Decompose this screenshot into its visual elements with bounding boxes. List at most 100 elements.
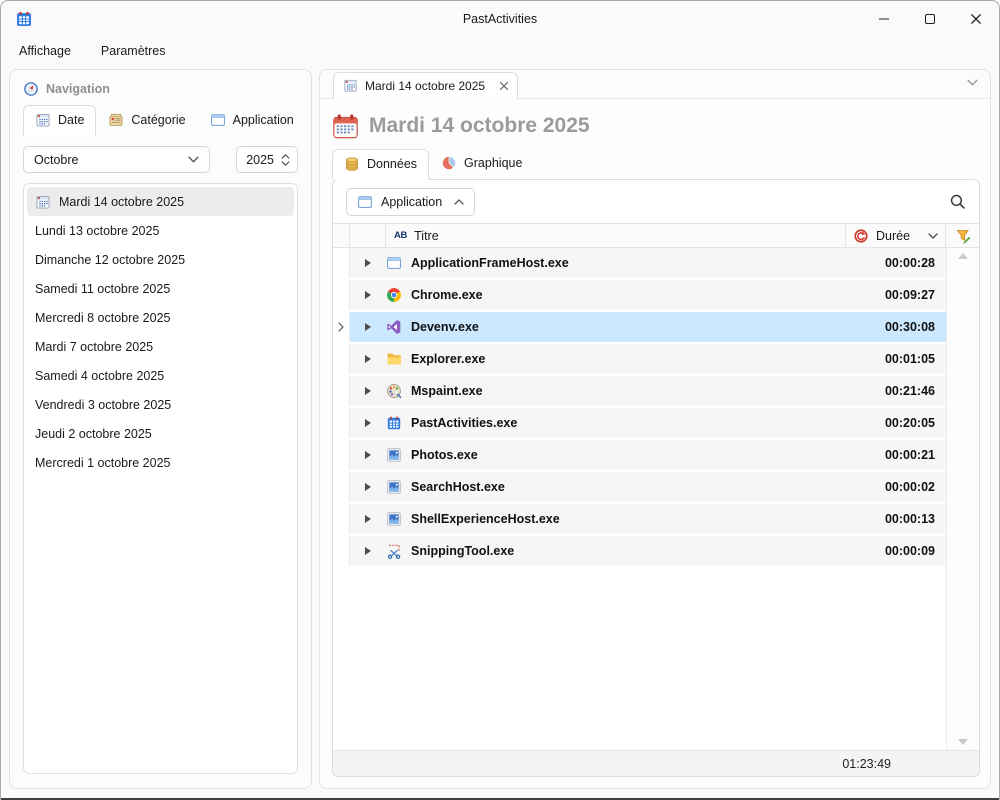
expand-arrow[interactable] [350,291,386,299]
date-list-item[interactable]: Mardi 14 octobre 2025 [27,187,294,216]
nav-tab-application[interactable]: Application [198,105,306,136]
folder-explorer-icon [386,351,402,367]
row-app-name: ApplicationFrameHost.exe [411,256,852,270]
table-row[interactable]: Explorer.exe 00:01:05 [333,344,946,374]
ab-text-icon: AB [394,230,407,241]
paint-palette-icon [386,383,402,399]
row-indicator-cell [333,440,350,470]
expand-arrow[interactable] [350,451,386,459]
document-tab[interactable]: Mardi 14 octobre 2025 [333,72,518,99]
group-by-application-button[interactable]: Application [346,188,475,216]
maximize-button[interactable] [907,1,953,37]
column-header-duree[interactable]: Durée [846,224,946,247]
table-row[interactable]: SearchHost.exe 00:00:02 [333,472,946,502]
total-duration: 01:23:49 [842,757,891,771]
tab-donnees[interactable]: Données [332,149,429,180]
date-list: Mardi 14 octobre 2025 Lundi 13 octobre 2… [23,183,298,774]
navigation-tabs: Date Catégorie Application [23,105,298,136]
row-duration: 00:00:13 [852,512,946,526]
menu-parametres[interactable]: Paramètres [91,40,176,62]
date-list-item[interactable]: Samedi 4 octobre 2025 [27,361,294,390]
column-header-titre[interactable]: AB Titre [386,224,846,247]
calendar-icon [35,112,51,128]
row-duration: 00:09:27 [852,288,946,302]
spinner-arrows [281,154,290,166]
calendar-big-icon [332,113,359,140]
menu-affichage[interactable]: Affichage [9,40,81,62]
tab-donnees-label: Données [367,157,417,171]
year-spinner[interactable]: 2025 [236,146,298,173]
nav-tab-date[interactable]: Date [23,105,96,136]
year-spinner-value: 2025 [246,153,274,167]
scroll-down-icon[interactable] [958,739,968,745]
close-button[interactable] [953,1,999,37]
spinner-up-icon[interactable] [281,154,290,159]
table-row[interactable]: ApplicationFrameHost.exe 00:00:28 [333,248,946,278]
row-indicator-cell [333,344,350,374]
data-grid-card: Application AB Titre [332,179,980,777]
navigation-controls: Octobre 2025 [23,146,298,173]
search-button[interactable] [949,193,966,210]
expand-arrow[interactable] [350,547,386,555]
date-item-label: Mercredi 1 octobre 2025 [35,456,171,470]
grid-rows: ApplicationFrameHost.exe 00:00:28 Chrome… [333,248,946,750]
date-item-label: Mardi 7 octobre 2025 [35,340,153,354]
expand-arrow[interactable] [350,483,386,491]
nav-tab-date-label: Date [58,113,84,127]
table-row[interactable]: Chrome.exe 00:09:27 [333,280,946,310]
tab-graphique-label: Graphique [464,156,522,170]
row-indicator-cell [333,376,350,406]
view-tabs: Données Graphique [332,148,980,179]
photos-icon [386,447,402,463]
date-list-item[interactable]: Mercredi 1 octobre 2025 [27,448,294,477]
expand-arrow[interactable] [350,515,386,523]
date-list-item[interactable]: Dimanche 12 octobre 2025 [27,245,294,274]
table-row[interactable]: Photos.exe 00:00:21 [333,440,946,470]
shell-experience-host-icon [386,511,402,527]
expand-arrow[interactable] [350,419,386,427]
row-app-name: Devenv.exe [411,320,852,334]
table-row[interactable]: PastActivities.exe 00:20:05 [333,408,946,438]
tab-graphique[interactable]: Graphique [429,148,534,179]
spinner-down-icon[interactable] [281,161,290,166]
scroll-up-icon[interactable] [958,253,968,259]
date-item-label: Jeudi 2 octobre 2025 [35,427,152,441]
title-bar: PastActivities [1,1,999,37]
nav-tab-categorie-label: Catégorie [131,113,185,127]
minimize-button[interactable] [861,1,907,37]
date-list-item[interactable]: Jeudi 2 octobre 2025 [27,419,294,448]
table-row[interactable]: ShellExperienceHost.exe 00:00:13 [333,504,946,534]
document-panel: Mardi 14 octobre 2025 Mardi 14 octobre 2… [319,69,991,789]
date-list-item[interactable]: Lundi 13 octobre 2025 [27,216,294,245]
table-row-selected[interactable]: Devenv.exe 00:30:08 [333,312,946,342]
date-list-item[interactable]: Samedi 11 octobre 2025 [27,274,294,303]
document-content: Mardi 14 octobre 2025 Données Graphique [320,99,990,788]
column-titre-label: Titre [414,229,439,243]
tab-close-icon[interactable] [499,81,509,91]
row-indicator-cell [333,280,350,310]
grid-toolbar: Application [333,180,979,223]
month-select[interactable]: Octobre [23,146,210,173]
tab-list-dropdown-icon[interactable] [967,79,978,86]
duration-clock-icon [853,228,869,244]
chevron-down-icon [188,156,199,163]
table-row[interactable]: SnippingTool.exe 00:00:09 [333,536,946,566]
search-host-icon [386,479,402,495]
date-item-label: Lundi 13 octobre 2025 [35,224,159,238]
date-item-label: Samedi 4 octobre 2025 [35,369,164,383]
expand-arrow[interactable] [350,259,386,267]
date-list-item[interactable]: Mercredi 8 octobre 2025 [27,303,294,332]
date-list-item[interactable]: Vendredi 3 octobre 2025 [27,390,294,419]
table-row[interactable]: Mspaint.exe 00:21:46 [333,376,946,406]
expand-arrow[interactable] [350,355,386,363]
document-tab-label: Mardi 14 octobre 2025 [365,79,485,93]
expand-arrow[interactable] [350,323,386,331]
nav-tab-categorie[interactable]: Catégorie [96,105,197,136]
filter-button[interactable] [946,224,979,247]
search-icon [949,193,966,210]
date-list-item[interactable]: Mardi 7 octobre 2025 [27,332,294,361]
row-indicator-cell [333,408,350,438]
navigation-header: Navigation [23,78,298,100]
vertical-scrollbar[interactable] [946,248,979,750]
expand-arrow[interactable] [350,387,386,395]
